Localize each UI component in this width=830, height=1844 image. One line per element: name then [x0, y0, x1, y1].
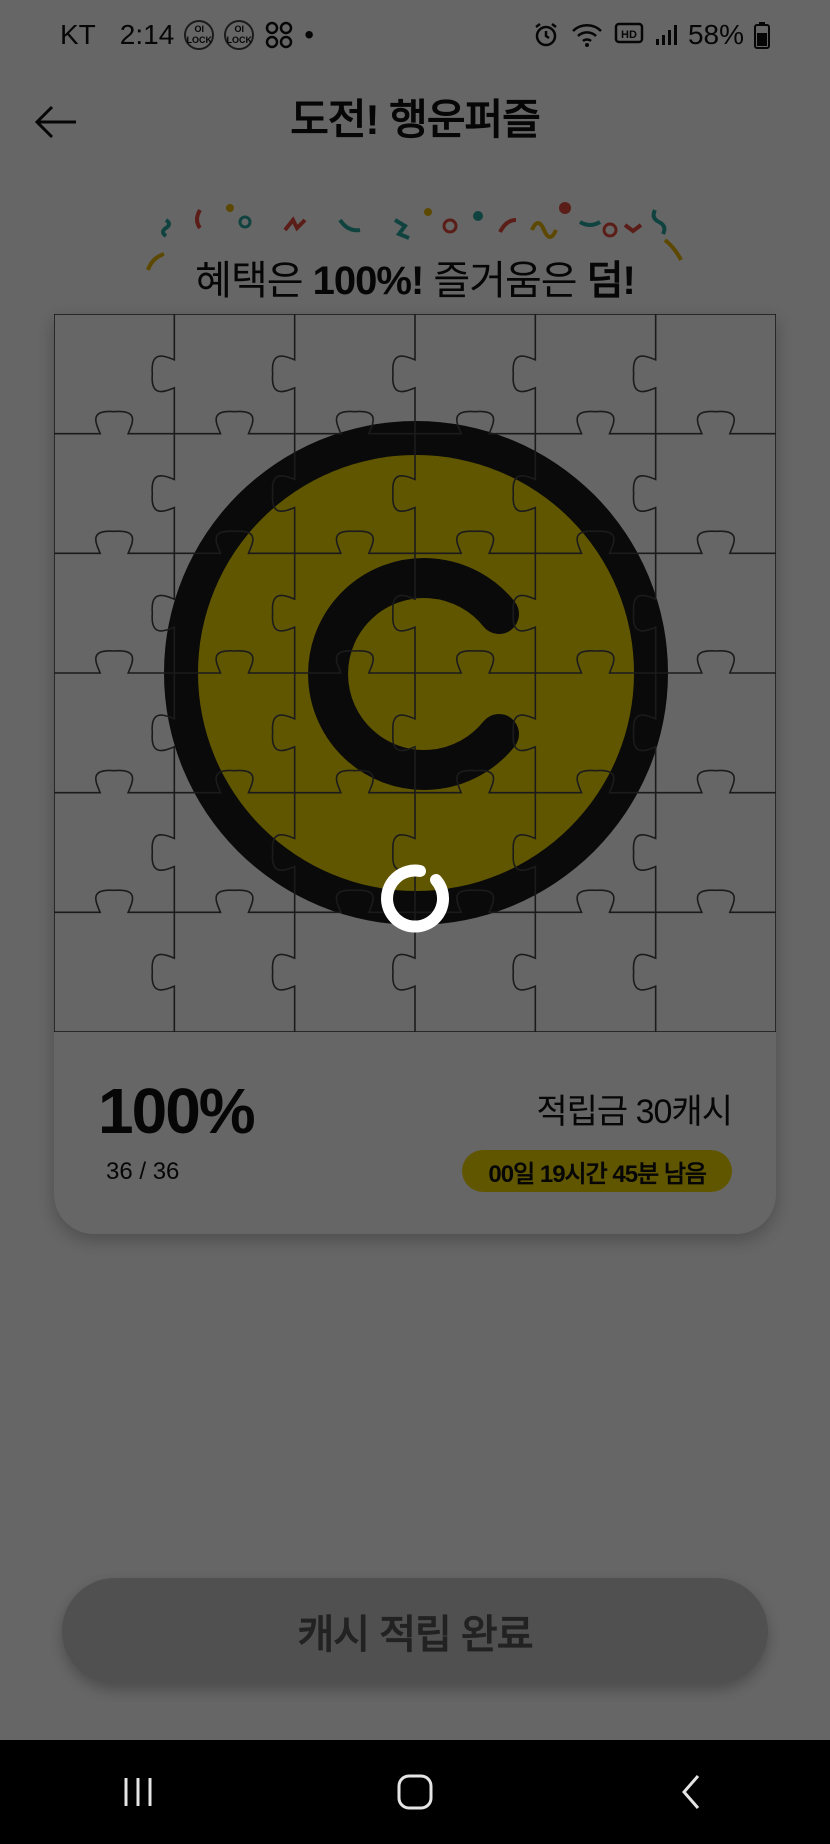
banner-highlight-2: 덤!: [586, 259, 636, 303]
home-button[interactable]: [375, 1752, 455, 1832]
puzzle-card: 100% 36 / 36 적립금 30캐시 00일 19시간 45분 남음: [54, 314, 776, 1234]
cash-complete-button[interactable]: 캐시 적립 완료: [62, 1578, 768, 1684]
home-icon: [397, 1774, 433, 1810]
reward-amount: 적립금 30캐시: [536, 1093, 733, 1131]
banner-highlight-1: 100%!: [312, 259, 425, 303]
app-header: 도전! 행운퍼즐: [0, 70, 830, 190]
page-title: 도전! 행운퍼즐: [290, 96, 541, 143]
lock-app-icon-2: OI LOCK: [224, 20, 255, 50]
carrier-label: KT: [60, 19, 96, 50]
system-nav-bar: [0, 1740, 830, 1844]
status-bar: KT 2:14 OI LOCK OI LOCK • HD 58%: [0, 0, 830, 70]
wifi-icon: [572, 24, 602, 47]
alarm-icon: [535, 23, 557, 47]
banner-headline: 혜택은 100%! 즐거움은 덤!: [140, 248, 690, 306]
recent-apps-button[interactable]: [98, 1752, 178, 1832]
more-notifications-dot: •: [304, 19, 315, 50]
recent-apps-icon: [124, 1778, 152, 1806]
apps-notification-icon: [266, 21, 293, 49]
battery-percent: 58%: [687, 19, 744, 50]
status-left: KT 2:14 OI LOCK OI LOCK •: [60, 19, 314, 51]
signal-icon: [655, 25, 677, 45]
promo-banner: 혜택은 100%! 즐거움은 덤!: [140, 200, 690, 303]
piece-count: 36 / 36: [106, 1158, 180, 1185]
system-back-button[interactable]: [652, 1752, 732, 1832]
clock: 2:14: [119, 19, 175, 50]
svg-text:HD: HD: [621, 29, 637, 41]
loading-spinner-icon: [381, 864, 449, 933]
banner-prefix: 혜택은: [195, 259, 313, 303]
time-remaining-badge: 00일 19시간 45분 남음: [462, 1150, 732, 1192]
completion-percent: 100%: [98, 1075, 256, 1147]
hd-voice-icon: HD: [614, 22, 644, 44]
chevron-left-icon: [681, 1775, 699, 1809]
lock-app-icon: OI LOCK: [184, 20, 215, 50]
status-right: HD 58%: [532, 19, 770, 51]
banner-middle: 즐거움은: [423, 259, 587, 303]
battery-icon: [754, 22, 770, 49]
